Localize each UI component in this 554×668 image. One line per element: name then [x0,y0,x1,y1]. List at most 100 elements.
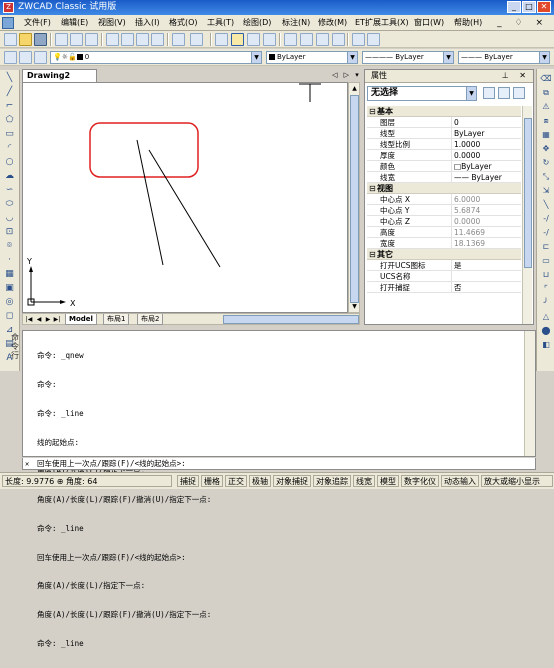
last-tab-icon[interactable]: ▶| [53,315,61,324]
scale-icon[interactable]: ⤡ [540,171,552,182]
zoom-status[interactable]: 放大或缩小显示 [481,475,553,487]
prop-row[interactable]: 颜色 □ByLayer [367,161,521,172]
prop-row[interactable]: 厚度 0.0000 [367,150,521,161]
command-scrollbar[interactable] [524,331,535,456]
save-icon[interactable] [34,33,47,46]
fillet-icon[interactable]: ╯ [540,297,552,308]
menu-help[interactable]: 帮助(H) [452,17,484,29]
cut-icon[interactable] [106,33,119,46]
grid-toggle[interactable]: 栅格 [201,475,223,487]
menu-view[interactable]: 视图(V) [96,17,128,29]
polyline-icon[interactable]: ⌐ [3,100,16,112]
join-icon[interactable]: ⊔ [540,269,552,280]
open-icon[interactable] [19,33,32,46]
insert-block-icon[interactable]: ⊡ [3,226,16,238]
prop-row[interactable]: 打开捕捉否 [367,282,521,293]
lineweight-select[interactable]: ——— ByLayer ▼ [458,51,550,64]
explode-icon[interactable]: △ [540,311,552,322]
rotate-icon[interactable]: ↻ [540,157,552,168]
color-select[interactable]: ByLayer ▼ [266,51,358,64]
ortho-toggle[interactable]: 正交 [225,475,247,487]
search-icon[interactable] [352,33,365,46]
mdi-controls[interactable]: _ ♢ × [497,17,548,29]
stretch-icon[interactable]: ⇲ [540,185,552,196]
drawing-canvas[interactable]: Y X [22,82,348,313]
break-icon[interactable]: ▭ [540,255,552,266]
red-rounded-rectangle[interactable] [89,122,199,178]
osnap-toggle[interactable]: 对象捕捉 [273,475,311,487]
category-view[interactable]: ⊟视图 [367,183,521,194]
ellipse-arc-icon[interactable]: ◡ [3,212,16,224]
pedit-icon[interactable]: ◧ [540,339,552,350]
spline-icon[interactable]: ∽ [3,184,16,196]
prop-row[interactable]: 高度 11.4669 [367,227,521,238]
prop-row[interactable]: 中心点 X 6.0000 [367,194,521,205]
wipeout-icon[interactable]: ◻ [3,310,16,322]
tool-palette-icon[interactable] [316,33,329,46]
make-current-layer-icon[interactable] [34,51,47,64]
maximize-button[interactable]: □ [522,1,536,13]
category-basic[interactable]: ⊟基本 [367,106,521,117]
filter-icon[interactable] [513,87,525,99]
prop-row[interactable]: 线宽 —— ByLayer [367,172,521,183]
menu-tools[interactable]: 工具(T) [205,17,236,29]
ray-icon[interactable]: ╱ [3,86,16,98]
match-properties-icon[interactable] [151,33,164,46]
vertical-scrollbar[interactable]: ▲ ▼ [348,82,360,313]
chamfer-icon[interactable]: ⌜ [540,283,552,294]
document-icon[interactable] [2,17,14,29]
hatch-icon[interactable]: ▦ [3,268,16,280]
undo-icon[interactable] [172,33,185,46]
layer-select[interactable]: 💡☼🔓 0 ▼ [50,51,262,64]
extend-icon[interactable]: -/ [540,227,552,238]
otrack-toggle[interactable]: 对象追踪 [313,475,351,487]
properties-icon[interactable] [284,33,297,46]
close-button[interactable]: ✕ [537,1,551,13]
prev-tab-icon[interactable]: ◀ [35,315,43,324]
tab-layout2[interactable]: 布局2 [137,314,164,325]
next-tab-icon[interactable]: ▶ [44,315,52,324]
lengthen-icon[interactable]: ╲ [540,199,552,210]
scroll-up-icon[interactable]: ▲ [350,84,359,94]
ellipse-icon[interactable]: ⬭ [3,198,16,210]
arc-icon[interactable]: ◜ [3,142,16,154]
design-center-icon[interactable] [300,33,313,46]
new-icon[interactable] [4,33,17,46]
line-segment-1[interactable] [136,139,164,266]
publish-icon[interactable] [85,33,98,46]
select-objects-icon[interactable] [498,87,510,99]
redo-icon[interactable] [190,33,203,46]
digitizer-toggle[interactable]: 数字化仪 [401,475,439,487]
prop-row[interactable]: 线型比例 1.0000 [367,139,521,150]
tab-model[interactable]: Model [65,314,97,325]
prop-row[interactable]: 线型 ByLayer [367,128,521,139]
menu-et-tools[interactable]: ET扩展工具(X) [353,17,411,29]
zoom-previous-icon[interactable] [263,33,276,46]
array-icon[interactable]: ▦ [540,129,552,140]
calculator-icon[interactable] [332,33,345,46]
region-icon[interactable]: ◎ [3,296,16,308]
layer-previous-icon[interactable] [19,51,32,64]
solid-icon[interactable]: ⬤ [540,325,552,336]
print-icon[interactable] [55,33,68,46]
prop-row[interactable]: 宽度 18.1369 [367,238,521,249]
help-icon[interactable] [367,33,380,46]
tab-drawing2[interactable]: Drawing2 [22,69,97,82]
revcloud-icon[interactable]: ☁ [3,170,16,182]
menu-draw[interactable]: 绘图(D) [241,17,273,29]
paste-icon[interactable] [136,33,149,46]
make-block-icon[interactable]: ⌾ [3,240,16,252]
properties-scrollbar[interactable] [522,106,532,324]
prop-row[interactable]: 图层 0 [367,117,521,128]
mirror-icon[interactable]: ⚠ [540,101,552,112]
tab-layout1[interactable]: 布局1 [103,314,130,325]
quick-select-icon[interactable] [483,87,495,99]
prop-row[interactable]: 打开UCS图标是 [367,260,521,271]
prop-row[interactable]: 中心点 Z 0.0000 [367,216,521,227]
erase-icon[interactable]: ⌫ [540,73,552,84]
first-tab-icon[interactable]: |◀ [25,315,33,324]
lineweight-toggle[interactable]: 线宽 [353,475,375,487]
menu-window[interactable]: 窗口(W) [412,17,446,29]
circle-icon[interactable]: ○ [3,156,16,168]
pan-icon[interactable] [215,33,228,46]
